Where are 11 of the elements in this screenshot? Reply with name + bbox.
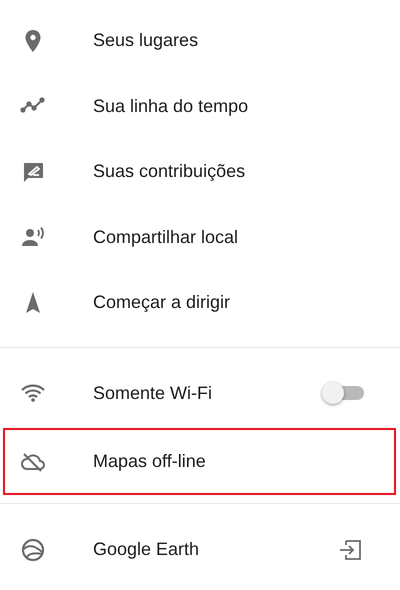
menu-item-label[interactable]: Suas contribuições [93, 158, 364, 186]
menu-item-highlight[interactable]: Mapas off-line [3, 428, 396, 495]
menu-item-label[interactable]: Sua linha do tempo [93, 92, 364, 120]
globe-icon [20, 536, 46, 563]
menu-item-label[interactable]: Começar a dirigir [93, 289, 364, 316]
menu-item-label[interactable]: Mapas off-line [93, 448, 358, 475]
menu-item-label[interactable]: Google Earth [93, 536, 338, 564]
toggle-switch[interactable] [322, 382, 364, 404]
menu-item-label[interactable]: Seus lugares [93, 27, 364, 54]
menu-item-label[interactable]: Compartilhar local [93, 224, 364, 251]
menu-item-label[interactable]: Somente Wi-Fi [93, 380, 322, 407]
